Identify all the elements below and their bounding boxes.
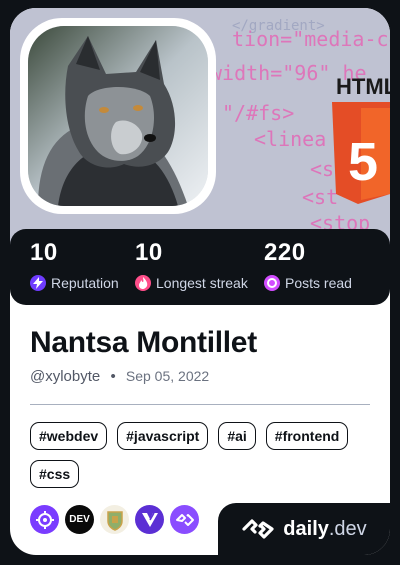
html5-wordmark: HTML — [336, 74, 390, 99]
wolf-image — [28, 26, 208, 206]
divider — [30, 404, 370, 405]
stat-label: Reputation — [51, 275, 119, 291]
tag-frontend[interactable]: #frontend — [265, 422, 349, 450]
code-line: <s — [310, 157, 334, 181]
dailydev-logo-icon — [242, 519, 274, 539]
vue-style-icon[interactable] — [135, 505, 164, 534]
html5-logo: HTML 5 — [332, 74, 390, 204]
code-line: "/#fs> — [222, 101, 294, 125]
stats-bar: 10 Reputation 10 Longest streak 220 Post… — [10, 229, 390, 305]
profile-handle[interactable]: @xylobyte — [30, 368, 100, 385]
html5-number: 5 — [348, 132, 378, 192]
stat-label: Longest streak — [156, 275, 248, 291]
stat-posts-read[interactable]: 220 Posts read — [264, 239, 352, 291]
join-date: Sep 05, 2022 — [125, 368, 210, 384]
brand-name: daily.dev — [283, 517, 367, 540]
profile-name: Nantsa Montillet — [30, 326, 257, 359]
stat-label: Posts read — [285, 275, 352, 291]
stat-reputation[interactable]: 10 Reputation — [30, 239, 119, 291]
tag-javascript[interactable]: #javascript — [117, 422, 209, 450]
stat-value: 10 — [135, 239, 163, 266]
flame-icon — [135, 275, 151, 291]
profile-meta: @xylobyte • Sep 05, 2022 — [30, 368, 209, 385]
ring-icon — [264, 275, 280, 291]
stat-longest-streak[interactable]: 10 Longest streak — [135, 239, 248, 291]
crest-icon[interactable] — [100, 505, 129, 534]
profile-card: tion="media-contr width="96" he "/#fs> <… — [10, 8, 390, 555]
stat-value: 10 — [30, 239, 58, 266]
tag-webdev[interactable]: #webdev — [30, 422, 108, 450]
code-line: <st — [302, 185, 338, 209]
lightning-icon — [30, 275, 46, 291]
tag-ai[interactable]: #ai — [218, 422, 256, 450]
tag-list: #webdev #javascript #ai #frontend #css — [30, 422, 375, 488]
dailydev-squad-icon[interactable] — [170, 505, 199, 534]
brand-footer: daily.dev — [218, 503, 390, 555]
svg-text:</gradient>: </gradient> — [232, 18, 325, 34]
badge-list: DEV — [30, 505, 199, 534]
tag-css[interactable]: #css — [30, 460, 80, 488]
avatar-image — [28, 26, 208, 206]
meta-separator: • — [110, 368, 116, 385]
crosshair-badge-icon[interactable] — [30, 505, 59, 534]
stat-value: 220 — [264, 239, 306, 266]
code-line: <linea — [254, 127, 326, 151]
dev-community-icon[interactable]: DEV — [65, 505, 94, 534]
avatar[interactable] — [20, 18, 216, 214]
